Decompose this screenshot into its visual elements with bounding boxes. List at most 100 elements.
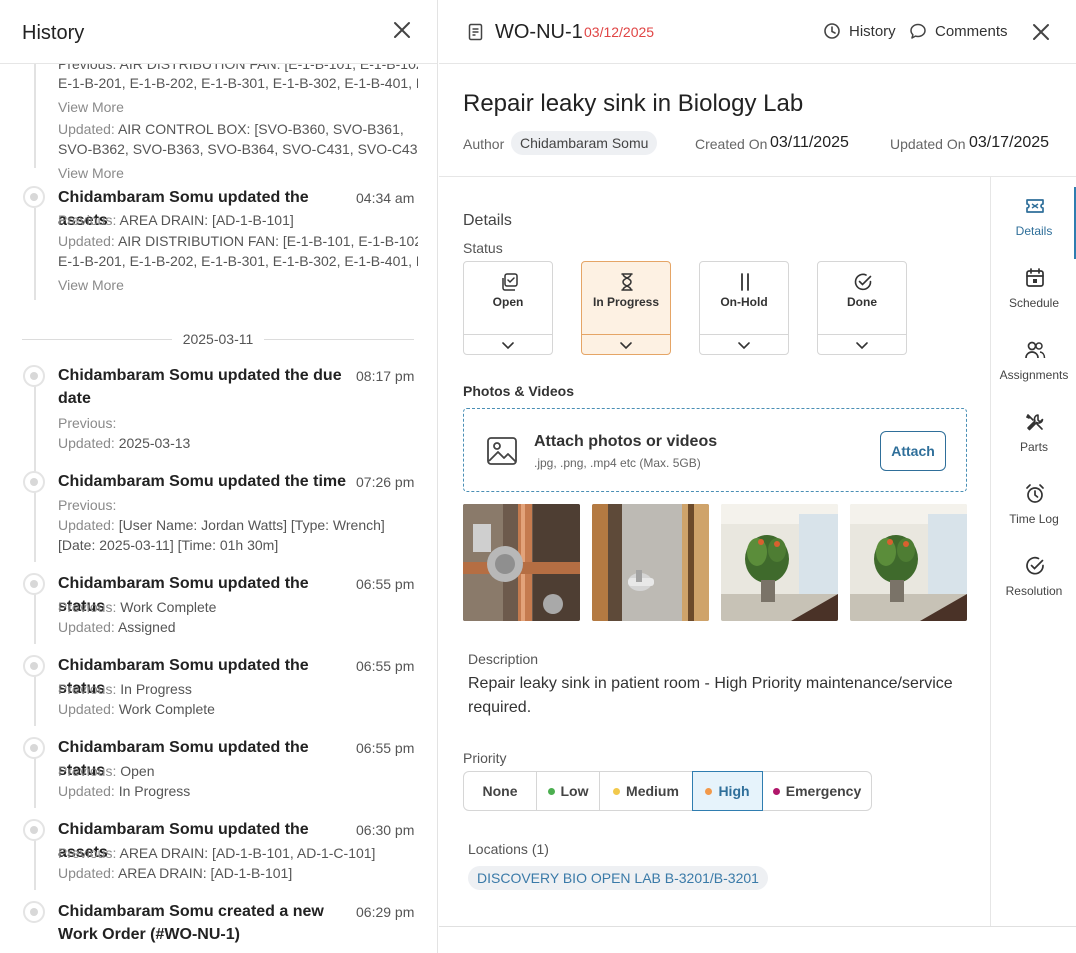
history-button[interactable]: History <box>823 22 896 40</box>
tools-icon <box>1025 414 1044 431</box>
history-previous-line: Previous: Open <box>58 763 155 779</box>
timeline-dot <box>23 365 45 387</box>
details-content: Details Status Open In Progress On-Hold … <box>439 177 991 927</box>
status-label-text: In Progress <box>592 295 660 309</box>
photos-label: Photos & Videos <box>463 383 574 399</box>
attach-title: Attach photos or videos <box>534 433 718 450</box>
timeline-line <box>34 386 36 480</box>
created-label: Created On <box>695 136 768 152</box>
timeline-line <box>34 840 36 890</box>
close-icon[interactable] <box>1029 20 1053 44</box>
timeline-dot <box>23 186 45 208</box>
photo-thumbnail[interactable] <box>463 504 580 621</box>
priority-medium[interactable]: Medium <box>599 771 693 811</box>
door-handle-photo <box>592 504 709 621</box>
chevron-down-icon[interactable] <box>737 338 751 352</box>
history-event-title: Chidambaram Somu created a new Work Orde… <box>58 903 324 943</box>
status-label: Status <box>463 240 503 256</box>
view-more-link[interactable]: View More <box>58 99 124 115</box>
history-event-time: 08:17 pm <box>356 368 415 384</box>
timeline-dot <box>23 737 45 759</box>
history-icon <box>824 23 840 39</box>
work-order-panel: WO-NU-1 03/12/2025 History Comments Repa… <box>439 0 1076 953</box>
history-previous-line: Previous: <box>58 497 117 513</box>
priority-selector: None Low Medium High Emergency <box>463 771 872 811</box>
view-more-link[interactable]: View More <box>58 165 124 181</box>
ticket-icon <box>1026 199 1044 213</box>
priority-high[interactable]: High <box>692 771 763 811</box>
priority-none[interactable]: None <box>463 771 537 811</box>
priority-dot <box>547 787 555 795</box>
work-order-header: Repair leaky sink in Biology Lab Author … <box>439 64 1076 177</box>
author-label: Author <box>463 136 505 152</box>
created-date: 03/11/2025 <box>770 134 849 151</box>
history-updated-line: Updated: Work Complete <box>58 701 215 717</box>
tab-resolution[interactable]: Resolution <box>992 547 1076 611</box>
history-event-title: Chidambaram Somu updated the due date <box>58 367 342 407</box>
lobby-plant-photo <box>850 504 967 621</box>
work-order-title: Repair leaky sink in Biology Lab <box>463 90 804 117</box>
description-text: Repair leaky sink in patient room - High… <box>468 675 953 716</box>
status-label-text: Open <box>492 295 524 309</box>
calendar-icon <box>1026 268 1044 287</box>
photo-thumbnail[interactable] <box>592 504 709 621</box>
priority-low[interactable]: Low <box>536 771 600 811</box>
attach-button[interactable]: Attach <box>880 431 946 471</box>
priority-dot <box>772 787 780 795</box>
location-chip[interactable]: DISCOVERY BIO OPEN LAB B-3201/B-3201 <box>468 866 768 890</box>
history-updated-line: Updated: 2025-03-13 <box>58 435 191 451</box>
priority-emergency[interactable]: Emergency <box>762 771 872 811</box>
work-order-topbar: WO-NU-1 03/12/2025 History Comments <box>439 0 1076 64</box>
check-circle-icon <box>1026 556 1044 575</box>
author-chip[interactable]: Chidambaram Somu <box>511 131 658 155</box>
tab-assignments[interactable]: Assignments <box>992 331 1076 395</box>
history-event-time: 04:34 am <box>356 190 415 206</box>
history-previous-line: Previous: In Progress <box>58 681 192 697</box>
history-updated-line: Updated: AREA DRAIN: [AD-1-B-101] <box>58 865 293 881</box>
comments-button[interactable]: Comments <box>909 22 1008 40</box>
history-previous-line: Previous: Work Complete <box>58 599 217 615</box>
status-done[interactable]: Done <box>817 261 907 355</box>
tab-details[interactable]: Details <box>992 187 1076 259</box>
chevron-down-icon[interactable] <box>619 338 633 352</box>
timeline-line <box>34 208 36 300</box>
history-event-time: 06:55 pm <box>356 658 415 674</box>
tab-schedule[interactable]: Schedule <box>992 259 1076 323</box>
close-icon[interactable] <box>390 18 414 42</box>
priority-label: Priority <box>463 750 507 766</box>
photo-thumbnail[interactable] <box>721 504 838 621</box>
details-heading: Details <box>463 212 512 229</box>
side-tabs: Details Schedule Assignments Parts Time … <box>992 177 1076 927</box>
history-updated-line: SVO-B362, SVO-B363, SVO-B364, SVO-C431, … <box>58 141 418 157</box>
history-updated-line: Updated: AIR CONTROL BOX: [SVO-B360, SVO… <box>58 121 404 137</box>
tab-time-log[interactable]: Time Log <box>992 475 1076 539</box>
hourglass-icon <box>621 273 633 291</box>
status-on-hold[interactable]: On-Hold <box>699 261 789 355</box>
timeline-dot <box>23 573 45 595</box>
chevron-down-icon[interactable] <box>501 338 515 352</box>
status-in-progress[interactable]: In Progress <box>581 261 671 355</box>
history-updated-line: Updated: [User Name: Jordan Watts] [Type… <box>58 517 385 533</box>
timeline-line <box>34 64 36 168</box>
history-previous-line: Previous: AREA DRAIN: [AD-1-B-101] <box>58 212 294 228</box>
users-icon <box>1025 341 1046 359</box>
tab-parts[interactable]: Parts <box>992 403 1076 467</box>
timeline-line <box>34 676 36 726</box>
photo-thumbnail[interactable] <box>850 504 967 621</box>
locations-label: Locations (1) <box>468 841 549 857</box>
divider <box>439 926 1076 927</box>
pause-icon <box>741 273 749 291</box>
attachment-dropzone[interactable]: Attach photos or videos .jpg, .png, .mp4… <box>463 408 967 492</box>
chevron-down-icon[interactable] <box>855 338 869 352</box>
updated-date: 03/17/2025 <box>969 134 1050 151</box>
work-order-date: 03/12/2025 <box>584 24 655 40</box>
history-previous-line: Previous: <box>58 415 117 431</box>
timeline-dot <box>23 901 45 923</box>
description-label: Description <box>468 651 539 667</box>
history-timeline[interactable]: Previous: AIR DISTRIBUTION FAN: [E-1-B-1… <box>0 64 437 953</box>
status-label-text: Done <box>847 295 877 309</box>
history-title: History <box>22 22 85 44</box>
view-more-link[interactable]: View More <box>58 277 124 293</box>
alarm-clock-icon <box>1026 484 1044 503</box>
status-open[interactable]: Open <box>463 261 553 355</box>
